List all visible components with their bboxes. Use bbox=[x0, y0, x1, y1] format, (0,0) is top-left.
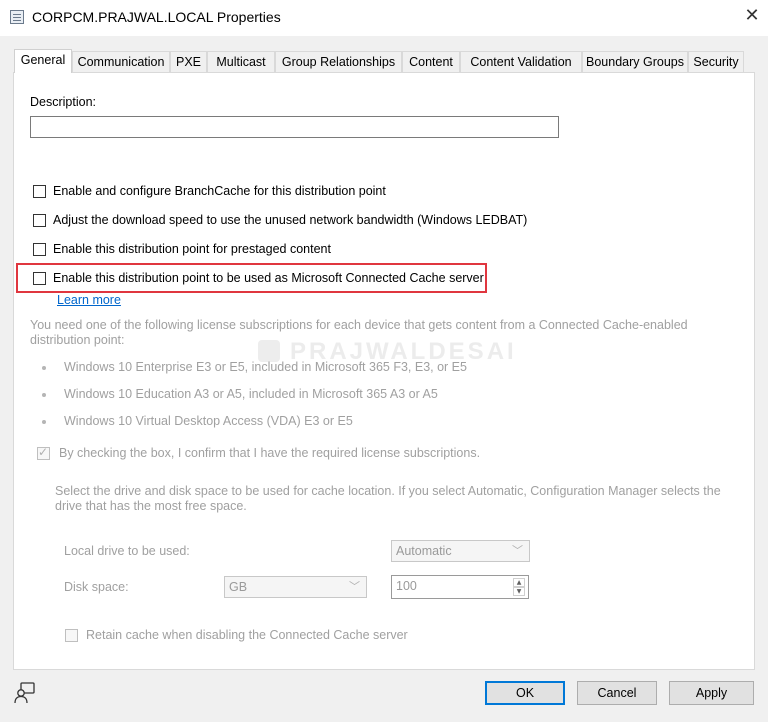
close-icon[interactable]: ✕ bbox=[740, 4, 764, 28]
bullet-icon bbox=[42, 366, 46, 370]
confirm-license-checkbox[interactable] bbox=[37, 445, 50, 460]
local-drive-label: Local drive to be used: bbox=[64, 544, 190, 558]
chevron-down-icon: ﹀ bbox=[512, 544, 523, 557]
prestaged-content-label: Enable this distribution point for prest… bbox=[53, 242, 331, 256]
tab-pxe[interactable]: PXE bbox=[170, 51, 207, 72]
tab-content-validation[interactable]: Content Validation bbox=[460, 51, 582, 72]
retain-cache-checkbox[interactable] bbox=[65, 629, 78, 642]
window-title: CORPCM.PRAJWAL.LOCAL Properties bbox=[32, 9, 281, 25]
spin-down-icon[interactable]: ▼ bbox=[513, 587, 525, 596]
license-text-line1: You need one of the following license su… bbox=[30, 318, 688, 332]
branchcache-label: Enable and configure BranchCache for thi… bbox=[53, 184, 386, 198]
local-drive-select[interactable]: Automatic ﹀ bbox=[391, 540, 530, 562]
license-item: Windows 10 Education A3 or A5, included … bbox=[64, 387, 438, 401]
connected-cache-label: Enable this distribution point to be use… bbox=[53, 271, 484, 285]
apply-button[interactable]: Apply bbox=[669, 681, 754, 705]
tab-communication[interactable]: Communication bbox=[72, 51, 170, 72]
tab-group-relationships[interactable]: Group Relationships bbox=[275, 51, 402, 72]
disk-space-unit-select[interactable]: GB ﹀ bbox=[224, 576, 367, 598]
tab-boundary-groups[interactable]: Boundary Groups bbox=[582, 51, 688, 72]
local-drive-value: Automatic bbox=[396, 544, 452, 558]
cancel-button[interactable]: Cancel bbox=[577, 681, 657, 705]
tab-security[interactable]: Security bbox=[688, 51, 744, 72]
chevron-down-icon: ﹀ bbox=[349, 580, 360, 593]
watermark-logo-icon bbox=[258, 340, 280, 362]
prestaged-content-checkbox[interactable] bbox=[33, 243, 46, 256]
drive-text-line2: drive that has the most free space. bbox=[55, 499, 247, 513]
help-person-icon[interactable] bbox=[13, 681, 37, 705]
disk-space-label: Disk space: bbox=[64, 580, 129, 594]
description-field[interactable] bbox=[30, 116, 559, 138]
confirm-license-label: By checking the box, I confirm that I ha… bbox=[59, 446, 481, 460]
bullet-icon bbox=[42, 393, 46, 397]
disk-space-stepper[interactable]: 100 ▲ ▼ bbox=[391, 575, 529, 599]
retain-cache-label: Retain cache when disabling the Connecte… bbox=[86, 628, 408, 642]
ledbat-label: Adjust the download speed to use the unu… bbox=[53, 213, 528, 227]
disk-space-unit-value: GB bbox=[229, 580, 248, 594]
license-item: Windows 10 Virtual Desktop Access (VDA) … bbox=[64, 414, 353, 428]
disk-space-value: 100 bbox=[396, 579, 417, 593]
description-label: Description: bbox=[30, 95, 96, 109]
drive-text-line1: Select the drive and disk space to be us… bbox=[55, 484, 721, 498]
connected-cache-checkbox[interactable] bbox=[33, 272, 46, 285]
properties-window-icon bbox=[10, 10, 24, 24]
branchcache-checkbox[interactable] bbox=[33, 185, 46, 198]
ok-button[interactable]: OK bbox=[485, 681, 565, 705]
ledbat-checkbox[interactable] bbox=[33, 214, 46, 227]
spin-up-icon[interactable]: ▲ bbox=[513, 578, 525, 587]
tab-content[interactable]: Content bbox=[402, 51, 460, 72]
license-text-line2: distribution point: bbox=[30, 333, 125, 347]
bullet-icon bbox=[42, 420, 46, 424]
tab-multicast[interactable]: Multicast bbox=[207, 51, 275, 72]
tab-general[interactable]: General bbox=[14, 49, 72, 73]
license-item: Windows 10 Enterprise E3 or E5, included… bbox=[64, 360, 467, 374]
learn-more-link[interactable]: Learn more bbox=[57, 293, 121, 307]
